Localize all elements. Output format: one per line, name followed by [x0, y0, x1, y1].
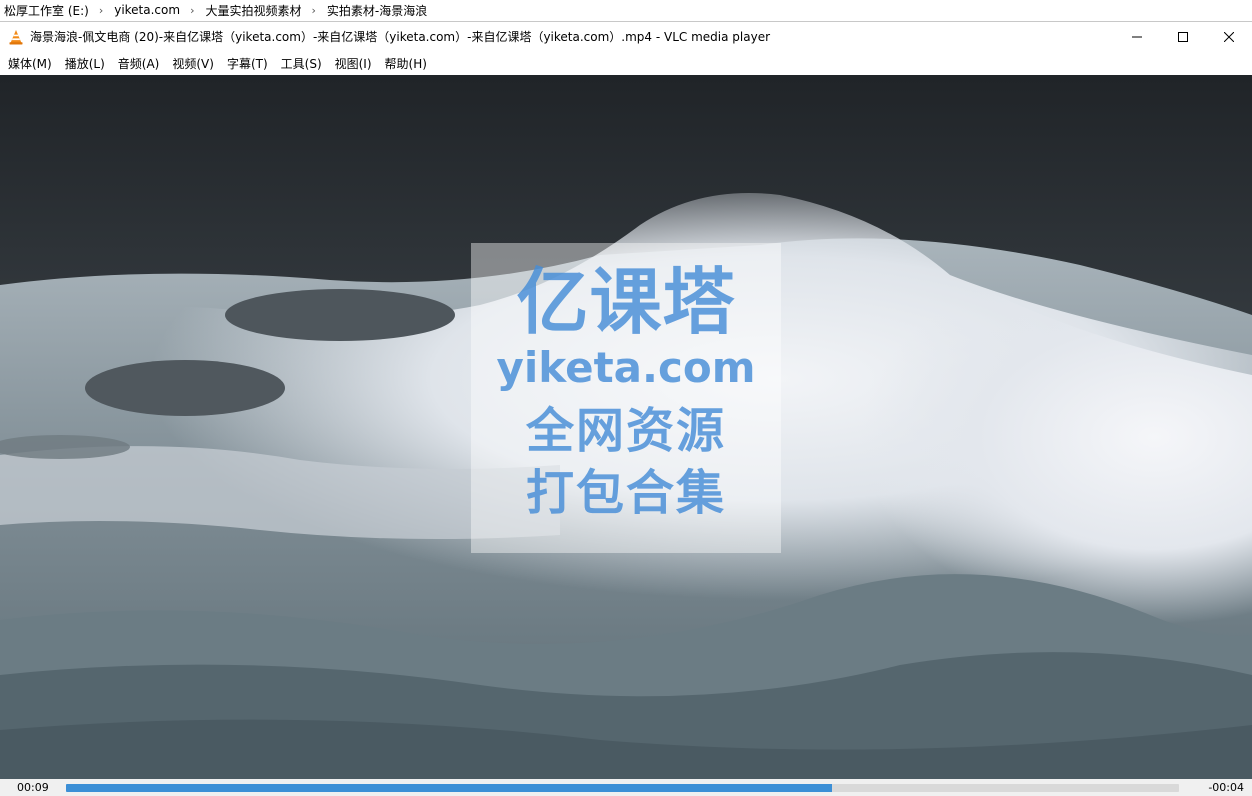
watermark-slogan-2: 打包合集: [525, 465, 726, 521]
breadcrumb-drive[interactable]: 松厚工作室 (E:): [2, 2, 91, 19]
menu-view[interactable]: 视图(I): [329, 55, 379, 72]
breadcrumb-video-materials[interactable]: 大量实拍视频素材: [203, 2, 303, 19]
close-icon: [1224, 31, 1234, 42]
video-area[interactable]: 亿课塔 yiketa.com 全网资源 打包合集: [0, 75, 1252, 779]
title-bar[interactable]: 海景海浪-佩文电商 (20)-来自亿课塔（yiketa.com）-来自亿课塔（y…: [0, 21, 1252, 51]
seek-progress-fill: [66, 783, 832, 792]
window-controls: [1114, 22, 1252, 52]
seek-bar-row: 00:09 -00:04: [0, 779, 1252, 796]
breadcrumb-sea-waves[interactable]: 实拍素材-海景海浪: [325, 2, 429, 19]
watermark-slogan-1: 全网资源: [525, 403, 726, 459]
menu-help[interactable]: 帮助(H): [379, 55, 434, 72]
vlc-cone-icon: [9, 29, 23, 44]
menu-media[interactable]: 媒体(M): [2, 55, 59, 72]
explorer-breadcrumb: 松厚工作室 (E:) › yiketa.com › 大量实拍视频素材 › 实拍素…: [0, 0, 1252, 20]
menu-video[interactable]: 视频(V): [166, 55, 221, 72]
minimize-icon: [1132, 36, 1142, 37]
menu-tools[interactable]: 工具(S): [275, 55, 329, 72]
breadcrumb-yiketa[interactable]: yiketa.com: [112, 3, 182, 17]
watermark-url: yiketa.com: [496, 343, 756, 392]
watermark-brand: 亿课塔: [516, 260, 736, 344]
close-button[interactable]: [1206, 22, 1252, 52]
remaining-time[interactable]: -00:04: [1179, 781, 1252, 794]
menu-subtitle[interactable]: 字幕(T): [221, 55, 275, 72]
menu-audio[interactable]: 音频(A): [112, 55, 167, 72]
menu-playback[interactable]: 播放(L): [59, 55, 112, 72]
chevron-right-icon[interactable]: ›: [303, 4, 324, 17]
maximize-icon: [1178, 31, 1188, 42]
chevron-right-icon[interactable]: ›: [182, 4, 203, 17]
chevron-right-icon[interactable]: ›: [91, 4, 112, 17]
watermark-box: 亿课塔 yiketa.com 全网资源 打包合集: [471, 243, 781, 553]
elapsed-time: 00:09: [17, 781, 49, 794]
window-title: 海景海浪-佩文电商 (20)-来自亿课塔（yiketa.com）-来自亿课塔（y…: [30, 30, 771, 44]
seek-slider[interactable]: [66, 783, 1179, 792]
menu-bar: 媒体(M) 播放(L) 音频(A) 视频(V) 字幕(T) 工具(S) 视图(I…: [0, 51, 1252, 75]
minimize-button[interactable]: [1114, 22, 1160, 52]
maximize-button[interactable]: [1160, 22, 1206, 52]
